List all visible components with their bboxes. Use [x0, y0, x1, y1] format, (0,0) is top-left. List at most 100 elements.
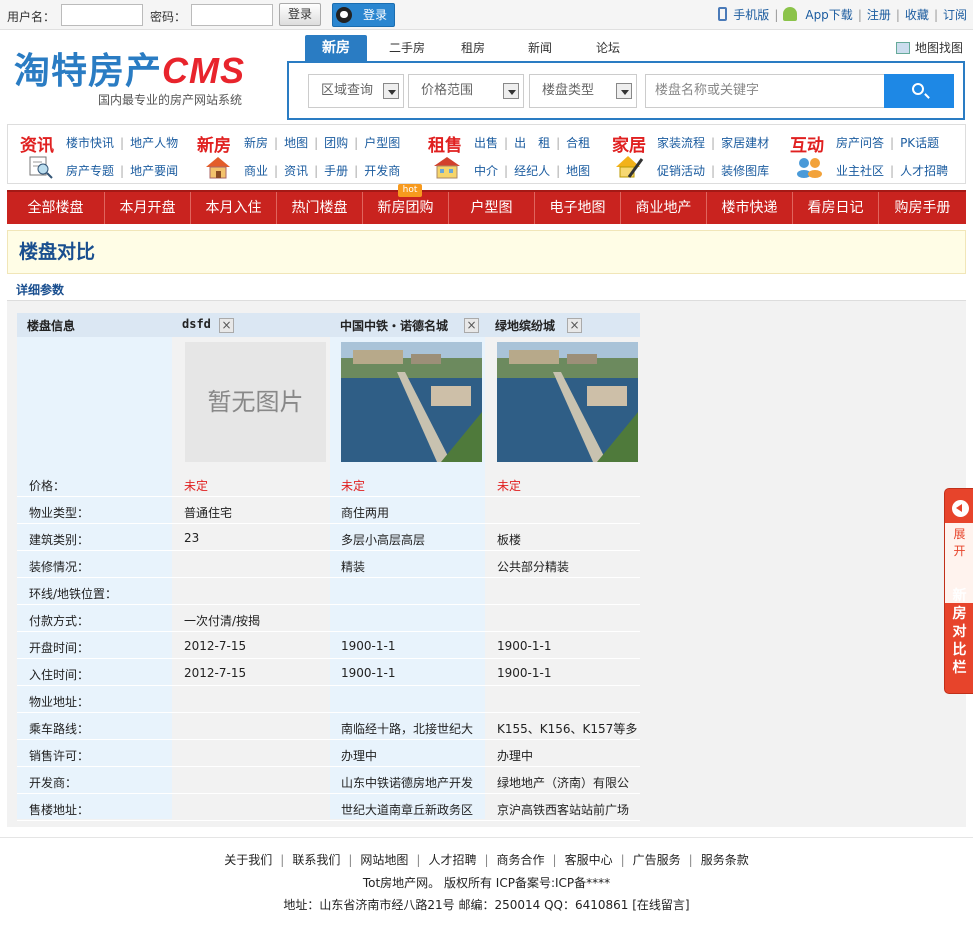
- row-label: 物业地址：: [29, 695, 90, 709]
- mobile-phone-icon: [718, 7, 728, 21]
- nav-all-buildings[interactable]: 全部楼盘: [7, 192, 104, 224]
- link-realty-topics[interactable]: 房产专题: [66, 164, 114, 178]
- tab-news[interactable]: 新闻: [512, 35, 568, 61]
- password-label: 密码：: [150, 10, 187, 24]
- row-label: 售楼地址：: [29, 803, 90, 817]
- android-icon: [783, 7, 798, 21]
- password-input[interactable]: [191, 4, 273, 26]
- footer-address: 地址：山东省济南市经八路21号 邮编：250014 QQ：6410861 [在线…: [283, 898, 690, 912]
- footer-link-service[interactable]: 客服中心: [565, 853, 613, 867]
- favorite-link[interactable]: 收藏: [905, 8, 929, 22]
- price-select[interactable]: 价格范围: [408, 74, 524, 108]
- link-decor-gallery[interactable]: 装修图库: [721, 164, 769, 178]
- table-cell: 山东中铁诺德房地产开发: [341, 776, 474, 790]
- category-title-interact[interactable]: 互动: [790, 131, 824, 156]
- nav-hot-buildings[interactable]: 热门楼盘: [276, 192, 362, 224]
- home-links-row2: 促销活动 | 装修图库: [657, 164, 770, 178]
- link-map[interactable]: 地图: [284, 136, 308, 150]
- district-select-label: 区域查询: [321, 83, 374, 98]
- link-for-sale[interactable]: 出售: [474, 136, 498, 150]
- footer-link-terms[interactable]: 服务条款: [701, 853, 749, 867]
- remove-property-1-button[interactable]: ×: [219, 318, 234, 333]
- link-commercial[interactable]: 商业: [244, 164, 268, 178]
- map-icon: [896, 42, 910, 54]
- interact-links-row2: 业主社区 | 人才招聘: [836, 164, 949, 178]
- link-for-rent[interactable]: 出 租: [514, 136, 550, 150]
- link-info[interactable]: 资讯: [284, 164, 308, 178]
- link-rent-map[interactable]: 地图: [566, 164, 590, 178]
- link-building-materials[interactable]: 家居建材: [721, 136, 769, 150]
- site-slogan: 国内最专业的房产网站系统: [98, 93, 243, 107]
- link-handbook[interactable]: 手册: [324, 164, 348, 178]
- link-market-news[interactable]: 楼市快讯: [66, 136, 114, 150]
- footer-link-sitemap[interactable]: 网站地图: [360, 853, 408, 867]
- property-name-2[interactable]: 中国中铁・诺德名城: [340, 317, 448, 334]
- footer-links: 关于我们 | 联系我们 | 网站地图 | 人才招聘 | 商务合作 | 客服中心 | 广告服务 | 服务条款: [224, 853, 749, 867]
- nav-e-map[interactable]: 电子地图: [534, 192, 620, 224]
- login-button[interactable]: 登录: [279, 3, 321, 26]
- link-owner-community[interactable]: 业主社区: [836, 164, 884, 178]
- keyword-input[interactable]: 楼盘名称或关键字: [645, 74, 885, 108]
- nav-floor-plans[interactable]: 户型图: [448, 192, 534, 224]
- link-floor-plan[interactable]: 户型图: [364, 136, 400, 150]
- search-button[interactable]: [884, 74, 954, 108]
- category-title-new-house[interactable]: 新房: [197, 131, 231, 156]
- table-cell: 办理中: [497, 749, 534, 763]
- district-select[interactable]: 区域查询: [308, 74, 404, 108]
- remove-property-2-button[interactable]: ×: [464, 318, 479, 333]
- row-separator: [17, 739, 640, 740]
- link-realty-people[interactable]: 地产人物: [130, 136, 178, 150]
- footer-link-business[interactable]: 商务合作: [497, 853, 545, 867]
- type-select[interactable]: 楼盘类型: [529, 74, 637, 108]
- footer-link-contact[interactable]: 联系我们: [292, 853, 340, 867]
- nav-opening-this-month[interactable]: 本月开盘: [104, 192, 190, 224]
- nav-viewing-diary[interactable]: 看房日记: [792, 192, 878, 224]
- footer-link-jobs[interactable]: 人才招聘: [428, 853, 476, 867]
- property-name-1[interactable]: dsfd: [182, 317, 211, 331]
- property-photo-3[interactable]: [497, 342, 638, 462]
- row-label: 入住时间：: [29, 668, 90, 682]
- link-promotions[interactable]: 促销活动: [657, 164, 705, 178]
- app-download-link[interactable]: App下载: [805, 8, 852, 22]
- property-photo-2[interactable]: [341, 342, 482, 462]
- qq-login-button[interactable]: 登录: [332, 3, 395, 27]
- link-broker[interactable]: 经纪人: [514, 164, 550, 178]
- news-links-row2: 房产专题 | 地产要闻: [66, 164, 179, 178]
- category-title-news[interactable]: 资讯: [20, 131, 54, 156]
- tab-second-hand[interactable]: 二手房: [377, 35, 437, 61]
- link-agency[interactable]: 中介: [474, 164, 498, 178]
- compare-sidebar-tab[interactable]: 展开 新房对比栏: [944, 488, 973, 694]
- link-group-buy[interactable]: 团购: [324, 136, 348, 150]
- footer-link-about[interactable]: 关于我们: [224, 853, 272, 867]
- nav-buyer-handbook[interactable]: 购房手册: [878, 192, 966, 224]
- subscribe-link[interactable]: 订阅: [943, 8, 967, 22]
- link-pk-topics[interactable]: PK话题: [900, 136, 939, 150]
- tab-new-house[interactable]: 新房: [305, 35, 367, 61]
- top-login-bar: 用户名： 密码： 登录 登录 手机版 | App下载 | 注册 | 收藏 | 订阅: [0, 0, 973, 30]
- tab-rent[interactable]: 租房: [445, 35, 501, 61]
- link-recruitment[interactable]: 人才招聘: [900, 164, 948, 178]
- nav-market-express[interactable]: 楼市快递: [706, 192, 792, 224]
- nav-commercial-realty[interactable]: 商业地产: [620, 192, 706, 224]
- map-search-link[interactable]: 地图找图: [896, 39, 963, 56]
- nav-moving-in-this-month[interactable]: 本月入住: [190, 192, 276, 224]
- remove-property-3-button[interactable]: ×: [567, 318, 582, 333]
- site-logo[interactable]: 淘特房产CMS: [14, 52, 245, 91]
- link-share-rent[interactable]: 合租: [566, 136, 590, 150]
- link-decor-process[interactable]: 家装流程: [657, 136, 705, 150]
- tab-forum[interactable]: 论坛: [580, 35, 636, 61]
- link-realty-headlines[interactable]: 地产要闻: [130, 164, 178, 178]
- link-new-house[interactable]: 新房: [244, 136, 268, 150]
- link-realty-qa[interactable]: 房产问答: [836, 136, 884, 150]
- mobile-version-link[interactable]: 手机版: [733, 8, 769, 22]
- register-link[interactable]: 注册: [867, 8, 891, 22]
- property-name-3[interactable]: 绿地缤纷城: [495, 317, 555, 334]
- table-cell: 京沪高铁西客站站前广场: [497, 803, 630, 817]
- username-input[interactable]: [61, 4, 143, 26]
- row-label: 销售许可：: [29, 749, 90, 763]
- footer-link-ads[interactable]: 广告服务: [633, 853, 681, 867]
- news-magnifier-icon: [29, 156, 53, 179]
- no-image-placeholder: 暂无图片: [185, 342, 326, 462]
- category-title-rent-sale[interactable]: 租售: [428, 131, 462, 156]
- link-developer[interactable]: 开发商: [364, 164, 400, 178]
